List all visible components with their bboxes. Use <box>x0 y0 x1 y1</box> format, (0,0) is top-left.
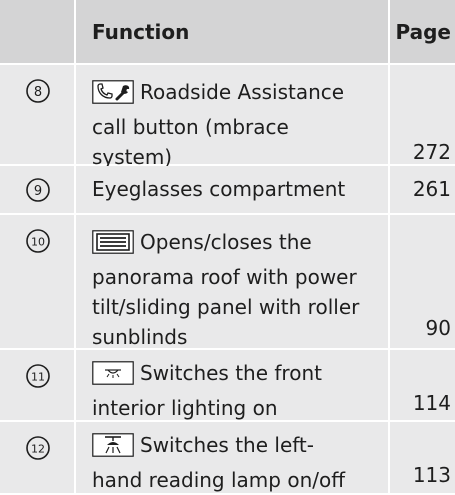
panorama-roof-icon <box>92 230 134 262</box>
svg-text:10: 10 <box>31 236 45 249</box>
column-divider <box>74 0 76 493</box>
page-reference: 113 <box>412 463 451 487</box>
row-function-text: Opens/closes the panorama roof with powe… <box>92 230 360 349</box>
interior-light-icon <box>92 361 134 393</box>
page-reference: 114 <box>412 391 451 415</box>
svg-text:9: 9 <box>34 184 42 199</box>
item-number-9: 9 <box>24 176 52 204</box>
page-column-header: Page <box>395 20 452 44</box>
column-divider <box>388 0 390 493</box>
row-function-text: Switches the left- hand reading lamp on/… <box>92 433 345 492</box>
table-row: 8 Roadside Assistance call button (mbrac… <box>0 65 455 169</box>
row-function-text: Roadside Assistance call button (mbrace … <box>92 80 345 169</box>
table-row: 11 Switches the front interior lighting … <box>0 350 455 420</box>
table-row: 9 Eyeglasses compartment 261 <box>0 166 455 213</box>
page-reference: 90 <box>425 316 451 340</box>
function-column-header: Function <box>92 20 190 44</box>
table-row: 10 Opens/closes the panorama roof with p… <box>0 215 455 349</box>
svg-text:8: 8 <box>34 85 42 100</box>
row-function-text: Eyeglasses compartment <box>92 177 346 201</box>
phone-wrench-icon <box>92 80 134 112</box>
item-number-12: 12 <box>24 434 52 462</box>
page-reference: 261 <box>412 177 451 201</box>
table-row: 12 Switches the left- hand reading lamp <box>0 422 455 493</box>
svg-text:11: 11 <box>31 371 45 384</box>
row-function-text: Switches the front interior lighting on <box>92 361 322 420</box>
reading-lamp-icon <box>92 433 134 465</box>
table-header: Function Page <box>0 0 455 63</box>
item-number-11: 11 <box>24 362 52 390</box>
item-number-10: 10 <box>24 227 52 255</box>
svg-text:12: 12 <box>31 443 45 456</box>
item-number-8: 8 <box>24 77 52 105</box>
page-reference: 272 <box>412 140 451 164</box>
